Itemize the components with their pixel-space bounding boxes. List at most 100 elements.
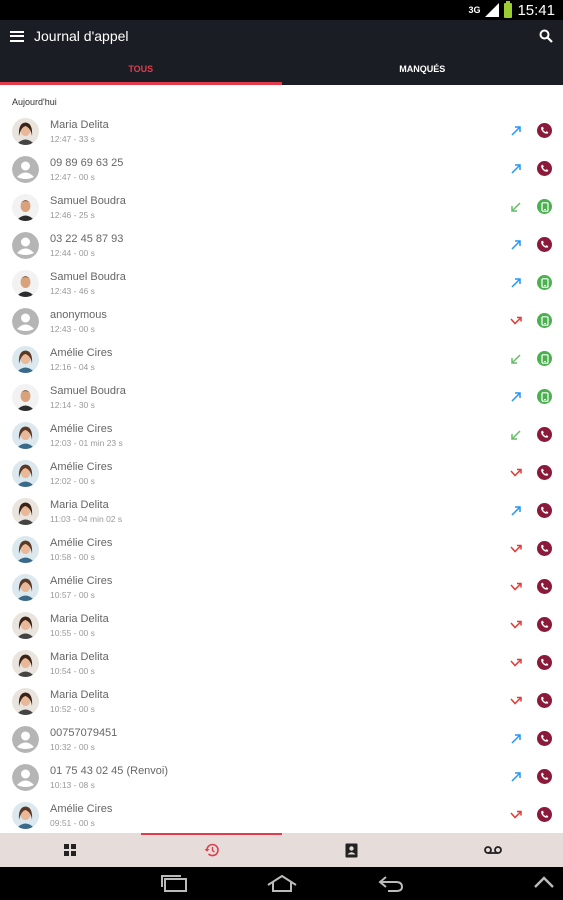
contacts-icon — [345, 843, 358, 857]
call-log-row[interactable]: Amélie Cires 10:58 - 00 s — [0, 531, 563, 569]
phone-handset-icon[interactable] — [537, 769, 552, 784]
call-time-duration: 10:55 - 00 s — [50, 628, 95, 638]
mobile-phone-icon[interactable] — [537, 351, 552, 366]
tab-all[interactable]: TOUS — [0, 52, 282, 85]
call-log-row[interactable]: Samuel Boudra 12:14 - 30 s — [0, 379, 563, 417]
call-log-row[interactable]: 00757079451 10:32 - 00 s — [0, 721, 563, 759]
avatar[interactable] — [12, 726, 39, 753]
avatar[interactable] — [12, 118, 39, 145]
call-log-row[interactable]: Samuel Boudra 12:46 - 25 s — [0, 189, 563, 227]
mobile-phone-icon[interactable] — [537, 199, 552, 214]
caller-name: Amélie Cires — [50, 575, 113, 587]
avatar[interactable] — [12, 232, 39, 259]
call-time-duration: 12:43 - 00 s — [50, 324, 95, 334]
avatar[interactable] — [12, 498, 39, 525]
call-time-duration: 10:58 - 00 s — [50, 552, 95, 562]
call-log-row[interactable]: 03 22 45 87 93 12:44 - 00 s — [0, 227, 563, 265]
outgoing-call-arrow-icon — [509, 504, 523, 518]
phone-handset-icon[interactable] — [537, 427, 552, 442]
back-icon[interactable] — [378, 875, 404, 897]
caller-name: anonymous — [50, 309, 107, 321]
missed-call-arrow-icon — [509, 618, 523, 632]
avatar[interactable] — [12, 688, 39, 715]
call-log-row[interactable]: Maria Delita 11:03 - 04 min 02 s — [0, 493, 563, 531]
missed-call-arrow-icon — [509, 694, 523, 708]
caller-name: Samuel Boudra — [50, 195, 126, 207]
phone-handset-icon[interactable] — [537, 237, 552, 252]
call-time-duration: 12:47 - 33 s — [50, 134, 95, 144]
caller-name: Samuel Boudra — [50, 271, 126, 283]
phone-handset-icon[interactable] — [537, 579, 552, 594]
avatar[interactable] — [12, 536, 39, 563]
phone-handset-icon[interactable] — [537, 541, 552, 556]
call-log-row[interactable]: Maria Delita 10:52 - 00 s — [0, 683, 563, 721]
phone-handset-icon[interactable] — [537, 161, 552, 176]
call-log-row[interactable]: Amélie Cires 12:16 - 04 s — [0, 341, 563, 379]
avatar[interactable] — [12, 422, 39, 449]
history-icon — [204, 843, 219, 857]
caller-name: 09 89 69 63 25 — [50, 157, 124, 169]
avatar[interactable] — [12, 270, 39, 297]
menu-icon[interactable] — [10, 30, 24, 42]
phone-handset-icon[interactable] — [537, 123, 552, 138]
call-time-duration: 12:43 - 46 s — [50, 286, 95, 296]
call-time-duration: 12:02 - 00 s — [50, 476, 95, 486]
phone-handset-icon[interactable] — [537, 807, 552, 822]
call-log-row[interactable]: Amélie Cires 10:57 - 00 s — [0, 569, 563, 607]
tab-missed[interactable]: MANQUÉS — [282, 52, 563, 85]
avatar[interactable] — [12, 194, 39, 221]
caller-name: Maria Delita — [50, 119, 109, 131]
nav-voicemail[interactable] — [422, 833, 563, 867]
call-log-row[interactable]: Amélie Cires 09:51 - 00 s — [0, 797, 563, 835]
phone-handset-icon[interactable] — [537, 465, 552, 480]
caller-name: Amélie Cires — [50, 803, 113, 815]
incoming-call-arrow-icon — [509, 352, 523, 366]
call-log-row[interactable]: Amélie Cires 12:02 - 00 s — [0, 455, 563, 493]
avatar[interactable] — [12, 764, 39, 791]
nav-history[interactable] — [140, 833, 282, 867]
call-log-row[interactable]: anonymous 12:43 - 00 s — [0, 303, 563, 341]
call-log-row[interactable]: Amélie Cires 12:03 - 01 min 23 s — [0, 417, 563, 455]
missed-call-arrow-icon — [509, 542, 523, 556]
call-time-duration: 10:54 - 00 s — [50, 666, 95, 676]
call-time-duration: 10:57 - 00 s — [50, 590, 95, 600]
avatar[interactable] — [12, 574, 39, 601]
call-log-row[interactable]: Maria Delita 10:55 - 00 s — [0, 607, 563, 645]
mobile-phone-icon[interactable] — [537, 275, 552, 290]
incoming-call-arrow-icon — [509, 200, 523, 214]
call-log-row[interactable]: Samuel Boudra 12:43 - 46 s — [0, 265, 563, 303]
missed-call-arrow-icon — [509, 580, 523, 594]
recent-apps-icon[interactable] — [160, 875, 188, 897]
nav-dialpad[interactable] — [0, 833, 141, 867]
avatar[interactable] — [12, 802, 39, 829]
incoming-call-arrow-icon — [509, 428, 523, 442]
mobile-phone-icon[interactable] — [537, 389, 552, 404]
mobile-phone-icon[interactable] — [537, 313, 552, 328]
chevron-up-icon[interactable] — [533, 875, 555, 894]
call-log-row[interactable]: 01 75 43 02 45 (Renvoi) 10:13 - 08 s — [0, 759, 563, 797]
call-time-duration: 12:16 - 04 s — [50, 362, 95, 372]
avatar[interactable] — [12, 156, 39, 183]
caller-name: Samuel Boudra — [50, 385, 126, 397]
network-indicator: 3G — [468, 5, 481, 15]
avatar[interactable] — [12, 308, 39, 335]
call-log-row[interactable]: 09 89 69 63 25 12:47 - 00 s — [0, 151, 563, 189]
search-icon[interactable] — [539, 29, 553, 43]
phone-handset-icon[interactable] — [537, 617, 552, 632]
phone-handset-icon[interactable] — [537, 503, 552, 518]
phone-handset-icon[interactable] — [537, 731, 552, 746]
home-icon[interactable] — [266, 874, 298, 897]
phone-handset-icon[interactable] — [537, 655, 552, 670]
avatar[interactable] — [12, 346, 39, 373]
avatar[interactable] — [12, 650, 39, 677]
avatar[interactable] — [12, 384, 39, 411]
page-title: Journal d'appel — [34, 28, 129, 44]
phone-handset-icon[interactable] — [537, 693, 552, 708]
avatar[interactable] — [12, 612, 39, 639]
call-log-row[interactable]: Maria Delita 12:47 - 33 s — [0, 113, 563, 151]
nav-contacts[interactable] — [282, 833, 423, 867]
avatar[interactable] — [12, 460, 39, 487]
call-log-row[interactable]: Maria Delita 10:54 - 00 s — [0, 645, 563, 683]
missed-call-arrow-icon — [509, 656, 523, 670]
missed-call-arrow-icon — [509, 808, 523, 822]
